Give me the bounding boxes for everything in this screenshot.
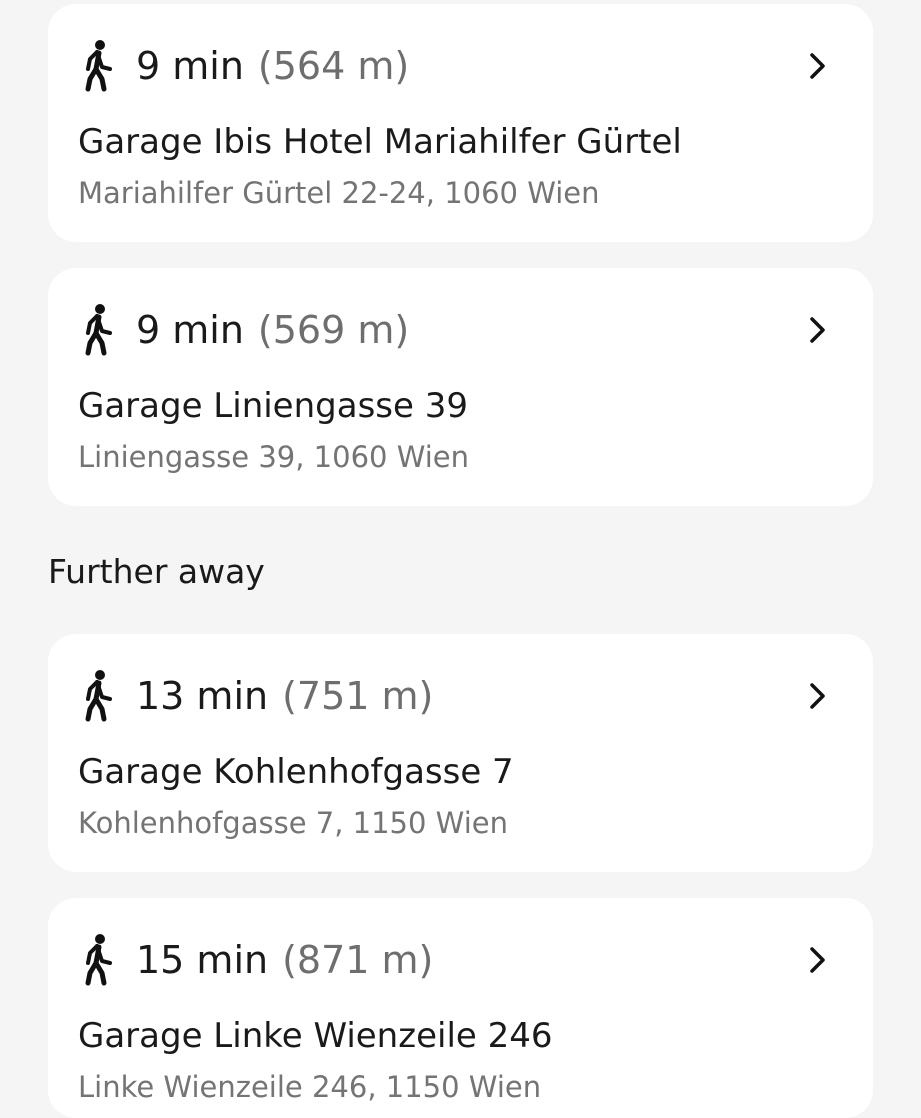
parking-result-card[interactable]: 15 min (871 m) Garage Linke Wienzeile 24…: [48, 898, 873, 1118]
walk-icon: [85, 670, 112, 722]
walk-icon: [85, 934, 112, 986]
section-title-further-away: Further away: [48, 552, 265, 591]
garage-name: Garage Ibis Hotel Mariahilfer Gürtel: [78, 122, 682, 162]
garage-address: Liniengasse 39, 1060 Wien: [78, 440, 470, 474]
garage-address: Mariahilfer Gürtel 22-24, 1060 Wien: [78, 176, 600, 210]
walking-info: 9 min (569 m): [78, 300, 409, 360]
chevron-right-icon[interactable]: [803, 312, 833, 348]
walking-info: 9 min (564 m): [78, 36, 409, 96]
walk-duration: 9 min: [136, 308, 244, 352]
garage-name: Garage Linke Wienzeile 246: [78, 1016, 553, 1056]
walk-duration: 13 min: [136, 674, 269, 718]
parking-result-card[interactable]: 9 min (564 m) Garage Ibis Hotel Mariahil…: [48, 4, 873, 242]
garage-address: Kohlenhofgasse 7, 1150 Wien: [78, 806, 508, 840]
walk-icon: [85, 304, 112, 356]
chevron-right-icon[interactable]: [803, 942, 833, 978]
garage-name: Garage Liniengasse 39: [78, 386, 468, 426]
chevron-right-icon[interactable]: [803, 48, 833, 84]
parking-result-card[interactable]: 13 min (751 m) Garage Kohlenhofgasse 7 K…: [48, 634, 873, 872]
walk-distance: (871 m): [282, 938, 434, 982]
walk-duration: 9 min: [136, 44, 244, 88]
garage-address: Linke Wienzeile 246, 1150 Wien: [78, 1070, 542, 1104]
walk-icon: [85, 40, 112, 92]
walk-distance: (751 m): [282, 674, 434, 718]
walk-distance: (569 m): [257, 308, 410, 352]
walking-info: 15 min (871 m): [78, 930, 433, 990]
walk-distance: (564 m): [257, 44, 410, 88]
garage-name: Garage Kohlenhofgasse 7: [78, 752, 514, 792]
chevron-right-icon[interactable]: [803, 678, 833, 714]
walking-info: 13 min (751 m): [78, 666, 433, 726]
walk-duration: 15 min: [136, 938, 269, 982]
parking-result-card[interactable]: 9 min (569 m) Garage Liniengasse 39 Lini…: [48, 268, 873, 506]
